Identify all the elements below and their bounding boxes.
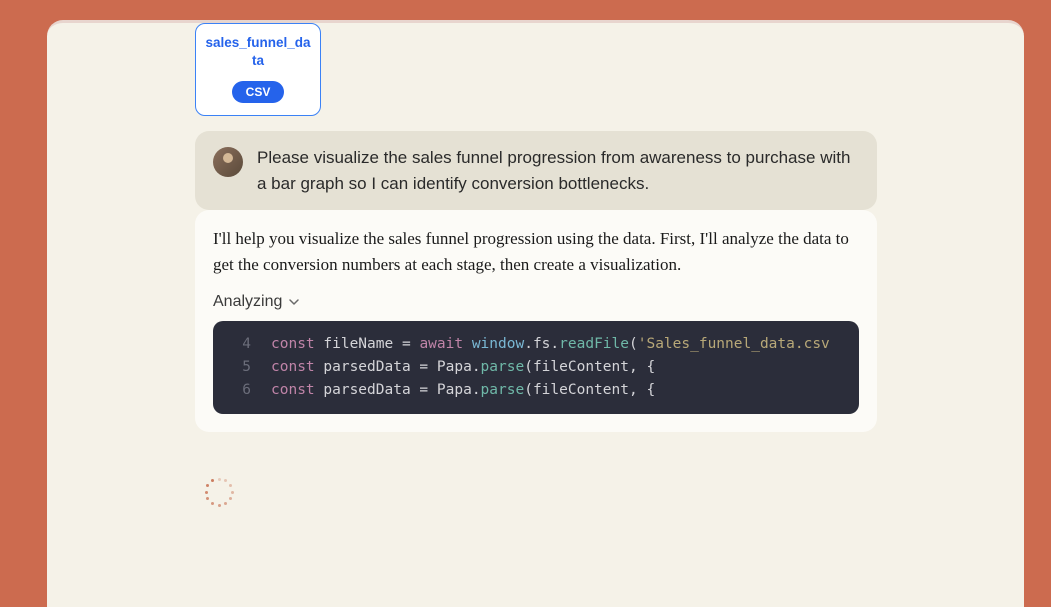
- line-number: 4: [227, 333, 251, 356]
- code-line: 4 const fileName = await window.fs.readFi…: [213, 333, 859, 356]
- code-content: const parsedData = Papa.parse(fileConten…: [271, 356, 655, 379]
- file-type-badge: CSV: [232, 81, 285, 103]
- assistant-message: I'll help you visualize the sales funnel…: [195, 210, 877, 432]
- status-row[interactable]: Analyzing: [213, 293, 859, 311]
- loading-spinner-icon: [205, 478, 233, 506]
- chevron-down-icon: [288, 296, 300, 308]
- code-content: const parsedData = Papa.parse(fileConten…: [271, 379, 655, 402]
- status-label: Analyzing: [213, 293, 282, 311]
- file-name: sales_funnel_data: [204, 34, 312, 69]
- code-line: 6 const parsedData = Papa.parse(fileConte…: [213, 379, 859, 402]
- user-message: Please visualize the sales funnel progre…: [195, 131, 877, 210]
- file-attachment-card[interactable]: sales_funnel_data CSV: [195, 23, 321, 116]
- assistant-message-text: I'll help you visualize the sales funnel…: [213, 226, 859, 279]
- avatar: [213, 147, 243, 177]
- code-line: 5 const parsedData = Papa.parse(fileConte…: [213, 356, 859, 379]
- line-number: 6: [227, 379, 251, 402]
- code-content: const fileName = await window.fs.readFil…: [271, 333, 830, 356]
- user-message-text: Please visualize the sales funnel progre…: [257, 145, 859, 196]
- chat-container: sales_funnel_data CSV Please visualize t…: [47, 20, 1024, 607]
- line-number: 5: [227, 356, 251, 379]
- code-block[interactable]: 4 const fileName = await window.fs.readFi…: [213, 321, 859, 415]
